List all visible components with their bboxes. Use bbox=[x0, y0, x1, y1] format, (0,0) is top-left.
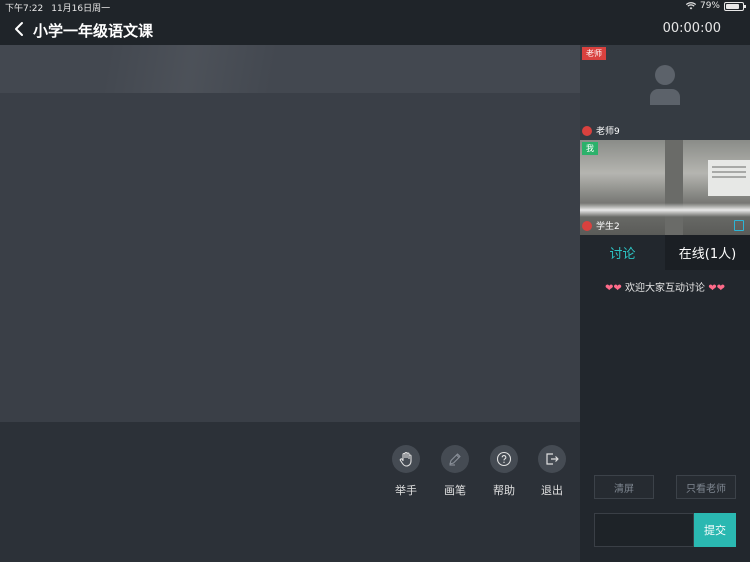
exit-icon bbox=[546, 453, 559, 465]
class-timer: 00:00:00 bbox=[662, 21, 721, 36]
panel-tabs: 讨论 在线(1人) bbox=[580, 235, 750, 270]
raise-hand-label: 举手 bbox=[395, 484, 417, 497]
side-panel: 老师 老师9 我 学生2 讨论 在线(1人) ❤❤ 欢迎大家互动讨论 ❤❤ 清屏… bbox=[580, 45, 750, 562]
back-chevron-icon[interactable] bbox=[12, 21, 26, 37]
battery-percent: 79% bbox=[699, 1, 720, 11]
me-tag: 我 bbox=[582, 142, 598, 155]
battery-icon bbox=[724, 1, 746, 11]
tab-discussion[interactable]: 讨论 bbox=[580, 235, 665, 270]
heart-icon: ❤❤ bbox=[708, 283, 725, 294]
exit-label: 退出 bbox=[541, 484, 563, 497]
clear-screen-button[interactable]: 清屏 bbox=[594, 475, 654, 499]
page-title: 小学一年级语文课 bbox=[33, 22, 154, 40]
teacher-name: 老师9 bbox=[596, 127, 620, 137]
submit-button[interactable]: 提交 bbox=[694, 513, 736, 547]
raise-hand-button[interactable]: 举手 bbox=[386, 445, 426, 498]
teacher-only-button[interactable]: 只看老师 bbox=[676, 475, 736, 499]
camera-feed-scene bbox=[708, 160, 750, 196]
pen-button[interactable]: 画笔 bbox=[435, 445, 475, 498]
wifi-icon bbox=[685, 2, 696, 10]
raise-hand-icon bbox=[399, 451, 412, 467]
exit-button[interactable]: 退出 bbox=[532, 445, 572, 498]
camera-switch-icon[interactable] bbox=[734, 220, 744, 231]
bottom-toolbar: 举手 画笔 帮助 退出 bbox=[0, 422, 580, 562]
pen-label: 画笔 bbox=[444, 484, 466, 497]
whiteboard-area[interactable] bbox=[0, 45, 580, 422]
status-bar: 下午7:22 11月16日周一 79% bbox=[0, 0, 750, 14]
microphone-icon bbox=[582, 220, 592, 231]
student-video[interactable]: 我 学生2 bbox=[580, 140, 750, 235]
teacher-tag: 老师 bbox=[582, 47, 606, 60]
help-label: 帮助 bbox=[493, 484, 515, 497]
welcome-text: 欢迎大家互动讨论 bbox=[625, 283, 705, 294]
tab-online[interactable]: 在线(1人) bbox=[665, 235, 750, 270]
microphone-icon bbox=[582, 125, 592, 136]
help-icon bbox=[496, 451, 512, 467]
avatar-placeholder-icon bbox=[650, 65, 680, 105]
chat-input[interactable] bbox=[594, 513, 694, 547]
pen-icon bbox=[449, 453, 461, 466]
welcome-message: ❤❤ 欢迎大家互动讨论 ❤❤ bbox=[580, 279, 750, 294]
heart-icon: ❤❤ bbox=[605, 283, 622, 294]
student-name: 学生2 bbox=[596, 222, 620, 232]
help-button[interactable]: 帮助 bbox=[484, 445, 524, 498]
teacher-video[interactable]: 老师 老师9 bbox=[580, 45, 750, 140]
nav-bar: 小学一年级语文课 00:00:00 bbox=[0, 13, 750, 45]
